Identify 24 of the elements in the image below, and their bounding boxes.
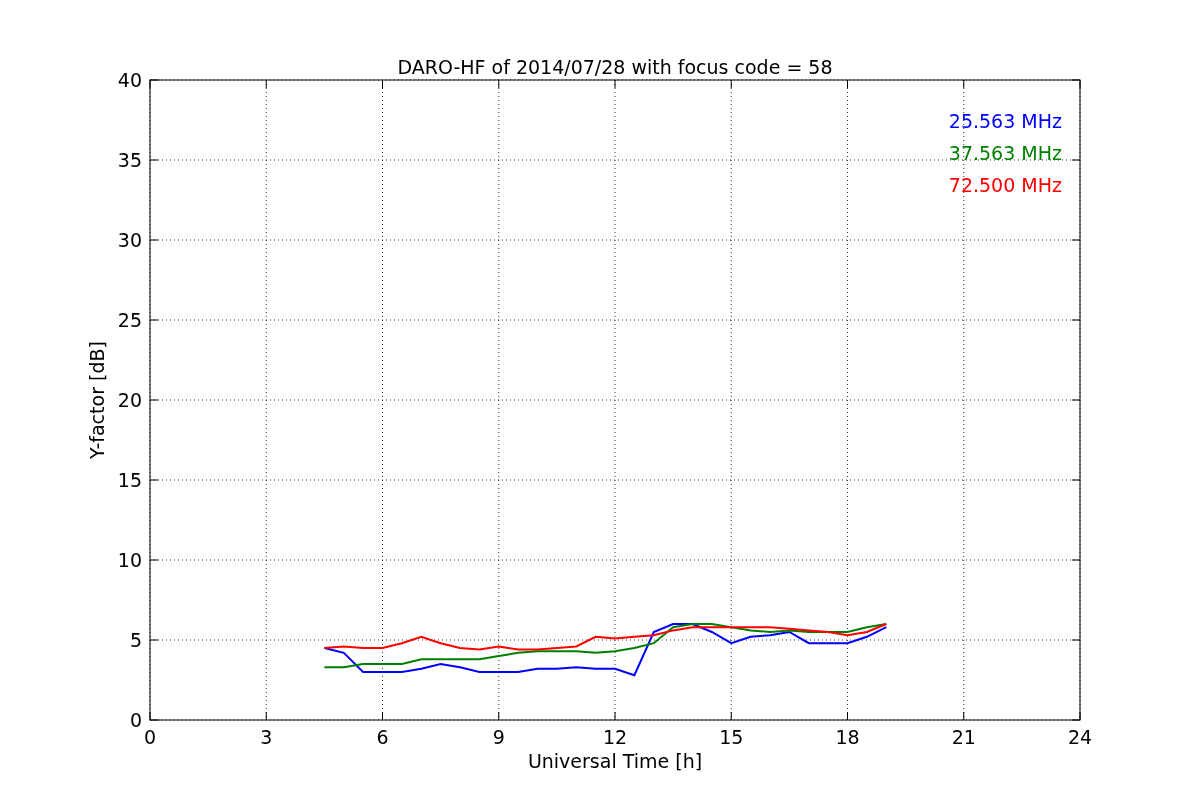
- legend-label: 37.563 MHz: [948, 142, 1062, 164]
- tick-label: 6: [376, 726, 389, 748]
- chart-title: DARO-HF of 2014/07/28 with focus code = 58: [397, 56, 833, 78]
- tick-label: 15: [719, 726, 744, 748]
- axis-label: Y-factor [dB]: [86, 341, 108, 459]
- tick-label: 12: [602, 726, 628, 748]
- tick-label: 20: [117, 389, 142, 411]
- tick-label: 21: [951, 726, 976, 748]
- tick-label: 15: [117, 469, 142, 491]
- axis-label: Universal Time [h]: [527, 750, 703, 772]
- tick-label: 5: [129, 629, 142, 651]
- tick-label: 18: [835, 726, 860, 748]
- legend-label: 25.563 MHz: [948, 110, 1062, 132]
- tick-label: 0: [143, 726, 157, 748]
- tick-label: 24: [1067, 726, 1093, 748]
- tick-label: 30: [117, 229, 142, 251]
- tick-label: 9: [492, 726, 505, 748]
- tick-label: 10: [117, 549, 142, 571]
- legend-label: 72.500 MHz: [948, 174, 1062, 196]
- tick-label: 35: [117, 149, 142, 171]
- tick-label: 3: [260, 726, 273, 748]
- tick-label: 0: [129, 709, 142, 731]
- tick-label: 25: [117, 309, 142, 331]
- tick-label: 40: [117, 69, 142, 91]
